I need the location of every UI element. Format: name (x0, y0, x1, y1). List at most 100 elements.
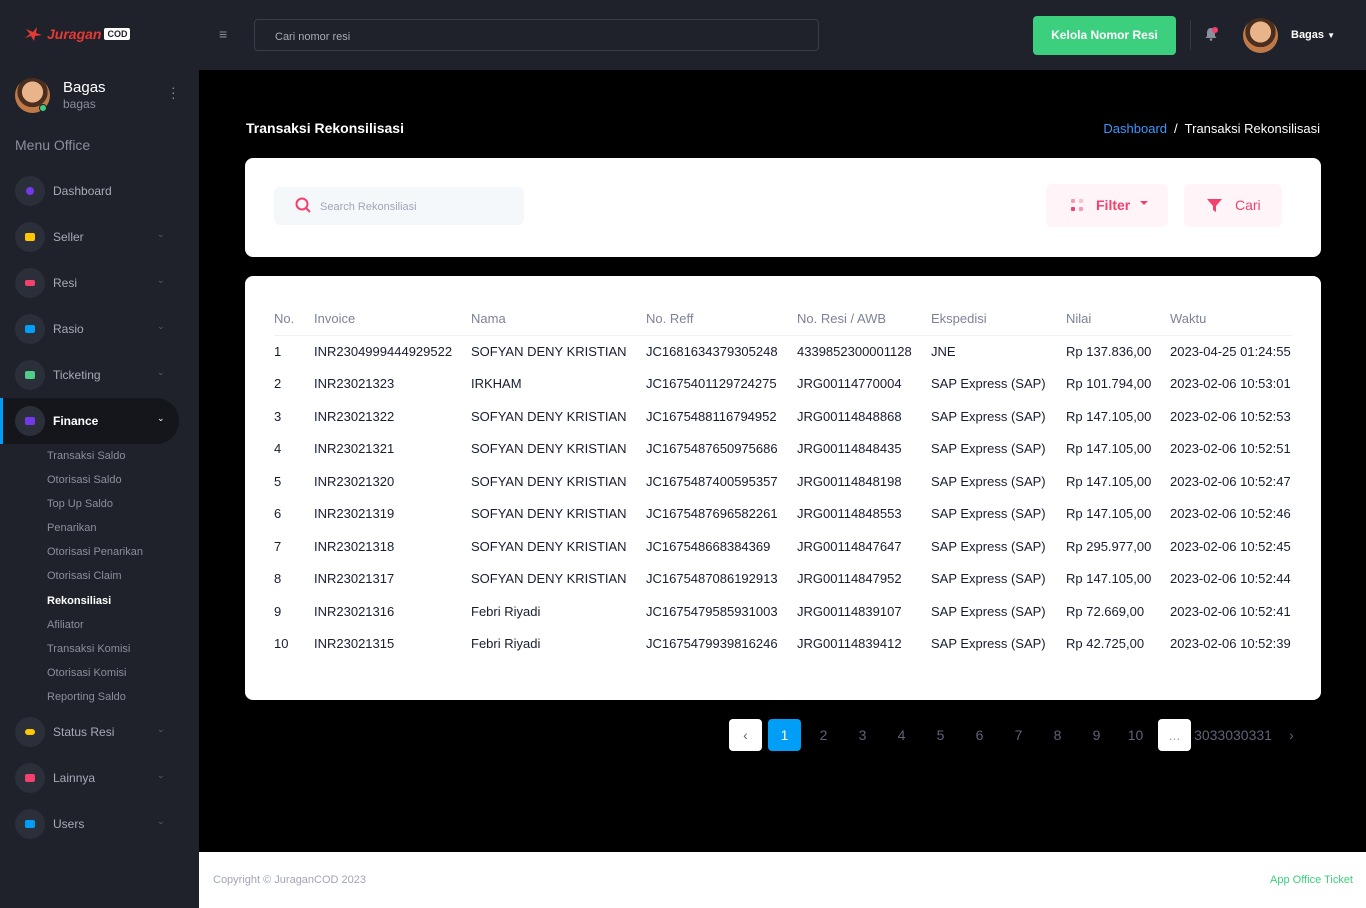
logo[interactable]: Juragan COD (24, 26, 131, 42)
pagination-page-10[interactable]: 10 (1119, 719, 1152, 751)
cell-nilai: Rp 295.977,00 (1066, 538, 1152, 554)
cell-ekspedisi: SAP Express (SAP) (931, 376, 1046, 392)
sidebar-item-finance[interactable]: Finance ⌄ (0, 398, 179, 444)
user-icon (15, 809, 45, 839)
cell-nama: IRKHAM (471, 376, 522, 392)
cell-ekspedisi: JNE (931, 344, 956, 359)
table-row[interactable]: 4 INR23021321 SOFYAN DENY KRISTIAN JC167548… (274, 433, 1292, 466)
pagination-prev-button[interactable]: ‹ (729, 719, 762, 751)
sidebar-subitem-otorisasi-claim[interactable]: Otorisasi Claim (47, 570, 122, 582)
pagination-page-3[interactable]: 3 (846, 719, 879, 751)
table-row[interactable]: 7 INR23021318 SOFYAN DENY KRISTIAN JC167548… (274, 530, 1292, 563)
cell-nilai: Rp 147.105,00 (1066, 506, 1152, 522)
sidebar-subitem-afiliator[interactable]: Afiliator (47, 619, 84, 631)
pagination-page-8[interactable]: 8 (1041, 719, 1074, 751)
sidebar-subitem-otorisasi-komisi[interactable]: Otorisasi Komisi (47, 667, 126, 679)
pagination-page-4[interactable]: 4 (885, 719, 918, 751)
sidebar-item-resi[interactable]: Resi ⌄ (0, 263, 199, 301)
table-row[interactable]: 8 INR23021317 SOFYAN DENY KRISTIAN JC167548… (274, 563, 1292, 596)
resi-search-input[interactable]: Cari nomor resi (254, 19, 819, 51)
sidebar-subitem-otorisasi-penarikan[interactable]: Otorisasi Penarikan (47, 546, 143, 558)
chevron-down-icon: ⌄ (157, 770, 165, 780)
cell-nama: SOFYAN DENY KRISTIAN (471, 441, 627, 457)
cell-nama: SOFYAN DENY KRISTIAN (471, 473, 627, 489)
users-icon (15, 222, 45, 252)
sidebar-subitem-transaksi-komisi[interactable]: Transaksi Komisi (47, 643, 130, 655)
cell-ekspedisi: SAP Express (SAP) (931, 473, 1046, 489)
cell-ekspedisi: SAP Express (SAP) (931, 603, 1046, 619)
kebab-menu-icon[interactable]: · · · (171, 80, 177, 104)
logo-brand-text: Juragan (47, 26, 102, 42)
sidebar-subitem-transaksi-saldo[interactable]: Transaksi Saldo (47, 450, 125, 462)
sidebar-subitem-rekonsiliasi[interactable]: Rekonsiliasi (47, 595, 111, 607)
cell-nilai: Rp 101.794,00 (1066, 376, 1152, 392)
cell-invoice: INR23021315 (314, 636, 395, 652)
user-avatar[interactable] (1243, 18, 1278, 53)
funnel-icon (1207, 199, 1222, 212)
pagination-page-5[interactable]: 5 (924, 719, 957, 751)
pagination-page-1[interactable]: 1 (768, 719, 801, 751)
table-row[interactable]: 5 INR23021320 SOFYAN DENY KRISTIAN JC167548… (274, 465, 1292, 498)
pagination-page-2[interactable]: 2 (807, 719, 840, 751)
cell-invoice: INR23021319 (314, 506, 395, 522)
pagination-page-6[interactable]: 6 (963, 719, 996, 751)
sidebar-item-status-resi[interactable]: Status Resi ⌄ (0, 712, 199, 750)
table-row[interactable]: 6 INR23021319 SOFYAN DENY KRISTIAN JC167548… (274, 498, 1292, 531)
cell-waktu: 2023-02-06 10:52:47 (1170, 473, 1291, 489)
cell-no: 4 (274, 441, 282, 457)
online-status-dot (39, 104, 47, 112)
sidebar-item-lainnya[interactable]: Lainnya ⌄ (0, 758, 199, 796)
pagination-page-7[interactable]: 7 (1002, 719, 1035, 751)
sidebar-item-ticketing[interactable]: Ticketing ⌄ (0, 355, 199, 393)
sidebar-item-seller[interactable]: Seller ⌄ (0, 217, 199, 255)
table-row[interactable]: 9 INR23021316 Febri Riyadi JC16754795859310… (274, 595, 1292, 628)
cell-no-reff: JC1675401129724275 (646, 376, 777, 392)
user-menu-name: Bagas (1291, 29, 1325, 41)
cell-no: 3 (274, 408, 282, 424)
table-row[interactable]: 3 INR23021322 SOFYAN DENY KRISTIAN JC167548… (274, 400, 1292, 433)
kelola-nomor-resi-button[interactable]: Kelola Nomor Resi (1033, 16, 1176, 55)
pagination-next-button[interactable]: › (1275, 719, 1308, 751)
cari-button[interactable]: Cari (1184, 184, 1282, 227)
sidebar-subitem-top-up-saldo[interactable]: Top Up Saldo (47, 498, 113, 510)
cell-nilai: Rp 147.105,00 (1066, 441, 1152, 457)
cell-no-reff: JC1675487650975686 (646, 441, 778, 457)
sidebar-subitem-penarikan[interactable]: Penarikan (47, 522, 97, 534)
rekonsiliasi-table: No. Invoice Nama No. Reff No. Resi / AWB… (274, 307, 1292, 660)
table-row[interactable]: 1 INR2304999444929522 SOFYAN DENY KRISTIAN… (274, 335, 1292, 368)
column-header-waktu: Waktu (1170, 307, 1292, 336)
cell-no: 10 (274, 636, 289, 652)
sidebar-item-rasio[interactable]: Rasio ⌄ (0, 309, 199, 347)
cell-no-reff: JC1675487086192913 (646, 571, 778, 587)
cell-no-reff: JC1675487696582261 (646, 506, 778, 522)
footer-app-link[interactable]: App Office Ticket (1270, 874, 1353, 886)
sidebar-item-label: Status Resi (53, 725, 115, 739)
user-menu-dropdown[interactable]: Bagas ▼ (1291, 29, 1335, 41)
cell-no-resi: JRG00114848553 (797, 506, 902, 522)
rekonsiliasi-search-input[interactable]: Search Rekonsiliasi (274, 187, 524, 225)
chart-icon (15, 314, 45, 344)
chevron-down-icon: ⌄ (157, 413, 165, 423)
cell-invoice: INR23021320 (314, 473, 395, 489)
table-row[interactable]: 2 INR23021323 IRKHAM JC1675401129724275 JRG0… (274, 368, 1292, 401)
cell-waktu: 2023-02-06 10:52:53 (1170, 408, 1291, 424)
menu-toggle-icon[interactable]: ≡ (219, 26, 227, 42)
sidebar-section-title: Menu Office (15, 137, 91, 153)
pagination-ellipsis[interactable]: ... (1158, 719, 1191, 751)
pagination-last-pages[interactable]: 3033030331 (1193, 719, 1273, 751)
cell-nama: Febri Riyadi (471, 603, 541, 619)
search-icon (295, 197, 311, 213)
sidebar-subitem-reporting-saldo[interactable]: Reporting Saldo (47, 691, 126, 703)
filter-button[interactable]: Filter (1046, 184, 1168, 227)
sidebar-item-label: Dashboard (53, 184, 112, 198)
pagination-page-9[interactable]: 9 (1080, 719, 1113, 751)
cell-nama: SOFYAN DENY KRISTIAN (471, 538, 627, 554)
column-header-nilai: Nilai (1066, 307, 1170, 336)
sidebar-item-dashboard[interactable]: Dashboard (0, 171, 199, 209)
table-row[interactable]: 10 INR23021315 Febri Riyadi JC1675479939816… (274, 628, 1292, 661)
sidebar-item-users[interactable]: Users ⌄ (0, 804, 199, 842)
breadcrumb-dashboard-link[interactable]: Dashboard (1103, 121, 1167, 136)
cell-no-reff: JC167548668384369 (646, 538, 771, 554)
sidebar-item-label: Seller (53, 230, 84, 244)
sidebar-subitem-otorisasi-saldo[interactable]: Otorisasi Saldo (47, 474, 122, 486)
